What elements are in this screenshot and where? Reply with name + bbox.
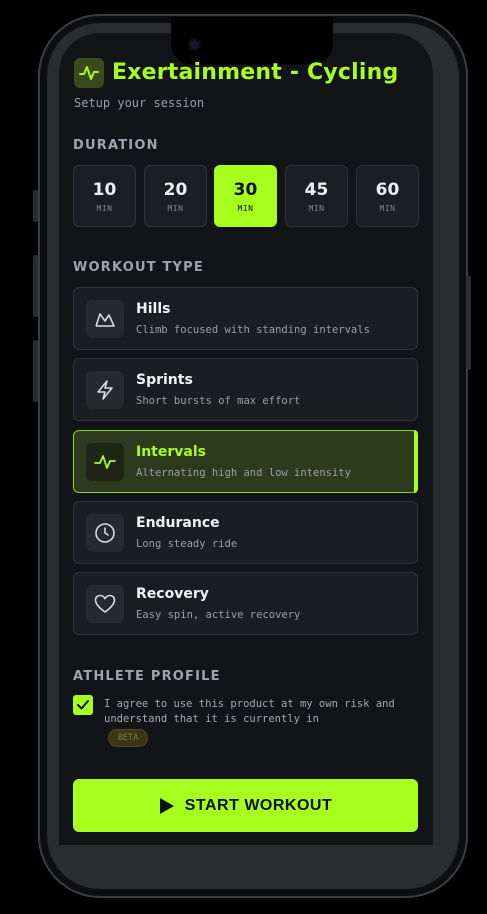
beta-badge: BETA	[108, 729, 148, 747]
start-workout-label: START WORKOUT	[184, 796, 333, 814]
workout-type-intervals[interactable]: Intervals Alternating high and low inten…	[73, 430, 418, 493]
duration-value: 20	[163, 179, 188, 200]
workout-type-name: Endurance	[136, 515, 220, 531]
workout-type-recovery[interactable]: Recovery Easy spin, active recovery	[73, 572, 418, 635]
mountain-icon	[86, 300, 124, 338]
side-button-power	[466, 276, 471, 370]
athlete-profile-section-label: ATHLETE PROFILE	[73, 669, 221, 684]
agree-checkbox[interactable]	[73, 695, 93, 715]
workout-type-endurance[interactable]: Endurance Long steady ride	[73, 501, 418, 564]
start-workout-button[interactable]: START WORKOUT	[73, 779, 418, 832]
duration-unit: MIN	[96, 203, 113, 213]
side-button-volume-down	[33, 340, 38, 402]
side-button-mute	[33, 190, 38, 222]
duration-value: 10	[92, 179, 117, 200]
pulse-icon	[74, 58, 104, 88]
play-icon	[159, 797, 174, 814]
duration-unit: MIN	[379, 203, 396, 213]
duration-option-10[interactable]: 10 MIN	[73, 165, 136, 227]
page-subtitle: Setup your session	[74, 96, 205, 110]
workout-type-name: Hills	[136, 301, 171, 317]
clock-icon	[86, 514, 124, 552]
workout-type-hills[interactable]: Hills Climb focused with standing interv…	[73, 287, 418, 350]
pulse-icon	[86, 443, 124, 481]
duration-option-30[interactable]: 30 MIN	[214, 165, 277, 227]
workout-type-section-label: WORKOUT TYPE	[73, 260, 204, 275]
workout-type-name: Sprints	[136, 372, 193, 388]
duration-option-45[interactable]: 45 MIN	[285, 165, 348, 227]
side-button-volume-up	[33, 255, 38, 317]
workout-type-desc: Alternating high and low intensity	[136, 467, 351, 479]
agree-text: I agree to use this product at my own ri…	[104, 698, 395, 725]
duration-value: 45	[304, 179, 329, 200]
duration-option-60[interactable]: 60 MIN	[356, 165, 419, 227]
duration-option-20[interactable]: 20 MIN	[144, 165, 207, 227]
workout-type-name: Intervals	[136, 444, 206, 460]
duration-value: 30	[233, 179, 258, 200]
duration-unit: MIN	[308, 203, 325, 213]
lightning-icon	[86, 371, 124, 409]
duration-value: 60	[375, 179, 400, 200]
duration-section-label: DURATION	[73, 138, 159, 153]
workout-type-sprints[interactable]: Sprints Short bursts of max effort	[73, 358, 418, 421]
workout-type-name: Recovery	[136, 586, 209, 602]
page-title: Exertainment - Cycling	[112, 60, 399, 85]
workout-type-desc: Long steady ride	[136, 538, 238, 550]
duration-unit: MIN	[167, 203, 184, 213]
checkmark-icon	[77, 700, 89, 710]
workout-type-desc: Climb focused with standing intervals	[136, 324, 370, 336]
heart-icon	[86, 585, 124, 623]
workout-type-desc: Easy spin, active recovery	[136, 609, 301, 621]
camera	[190, 40, 199, 49]
workout-type-desc: Short bursts of max effort	[136, 395, 301, 407]
duration-unit: MIN	[237, 203, 254, 213]
